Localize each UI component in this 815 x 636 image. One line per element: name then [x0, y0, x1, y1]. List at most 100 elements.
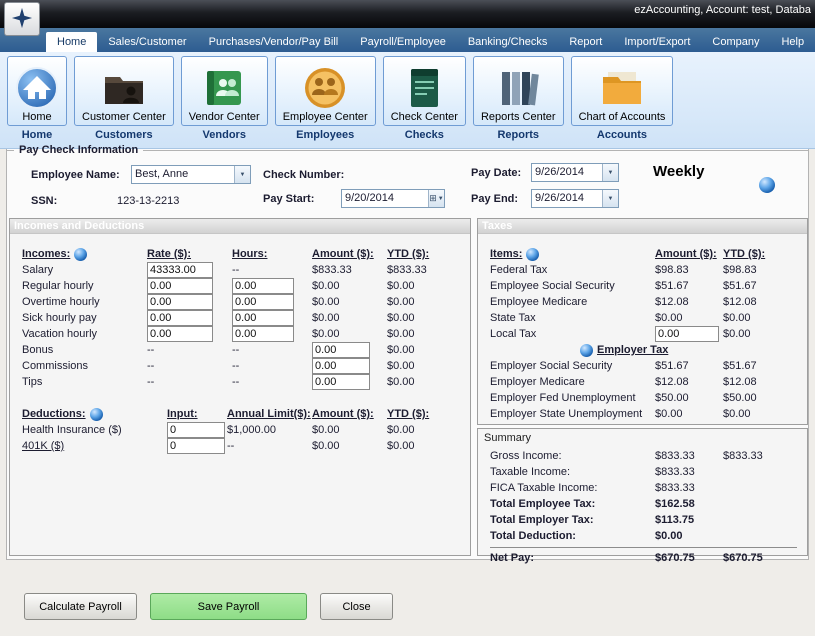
tips-amount-input[interactable]: [312, 374, 370, 390]
calendar-dropdown-icon[interactable]: ⊞▼: [428, 190, 444, 207]
home-button-label: Home: [22, 111, 51, 123]
incomes-deductions-header: Incomes and Deductions: [10, 219, 470, 234]
vendor-center-button[interactable]: Vendor Center: [181, 56, 268, 126]
incomes-help-globe-icon[interactable]: [74, 248, 87, 261]
summary-row-taxable-income: Taxable Income: $833.33: [490, 464, 807, 480]
deduction-ytd-column-header: YTD ($):: [387, 408, 457, 420]
customer-center-button[interactable]: Customer Center: [74, 56, 174, 126]
pay-date-select[interactable]: 9/26/2014 ▼: [531, 163, 619, 182]
tax-row-employer-medicare: Employer Medicare $12.08 $12.08: [490, 374, 807, 390]
regular-hourly-rate-input[interactable]: [147, 278, 213, 294]
chevron-down-icon[interactable]: ▼: [602, 164, 618, 181]
chevron-down-icon[interactable]: ▼: [602, 190, 618, 207]
app-menu-button[interactable]: [4, 2, 40, 36]
taxes-header-row: Items: Amount ($): YTD ($):: [490, 246, 807, 262]
income-row-sick-hourly-pay: Sick hourly pay $0.00 $0.00: [22, 310, 470, 326]
ytd-column-header: YTD ($):: [387, 248, 457, 260]
pay-check-form: Employee Name: Best, Anne ▼ Check Number…: [7, 162, 808, 216]
overtime-hourly-rate-input[interactable]: [147, 294, 213, 310]
calculate-payroll-button[interactable]: Calculate Payroll: [24, 593, 137, 620]
ssn-label: SSN:: [31, 195, 57, 207]
tax-row-employee-medicare: Employee Medicare $12.08 $12.08: [490, 294, 807, 310]
check-center-button[interactable]: Check Center: [383, 56, 466, 126]
chevron-down-icon[interactable]: ▼: [234, 166, 250, 183]
home-button[interactable]: Home: [7, 56, 67, 126]
tab-help[interactable]: Help: [770, 32, 815, 52]
pay-end-label: Pay End:: [471, 193, 518, 205]
pay-check-information-title: Pay Check Information: [14, 144, 143, 156]
tab-purchases-vendor-pay-bill[interactable]: Purchases/Vendor/Pay Bill: [198, 32, 350, 52]
close-button[interactable]: Close: [320, 593, 393, 620]
toolbar-item-reports-center: Reports Center Reports: [473, 56, 564, 141]
chart-of-accounts-icon: [600, 66, 644, 111]
vendor-center-icon: [202, 66, 246, 111]
pay-frequency-label: Weekly: [653, 163, 704, 180]
taxes-help-globe-icon[interactable]: [526, 248, 539, 261]
deduction-header-row: Deductions: Input: Annual Limit($): Amou…: [22, 406, 470, 422]
deductions-help-globe-icon[interactable]: [90, 408, 103, 421]
chart-of-accounts-button[interactable]: Chart of Accounts: [571, 56, 674, 126]
salary-rate-input[interactable]: [147, 262, 213, 278]
hours-column-header: Hours:: [232, 248, 312, 260]
vendors-caption: Vendors: [203, 129, 246, 141]
tab-sales-customer[interactable]: Sales/Customer: [97, 32, 197, 52]
tab-import-export[interactable]: Import/Export: [613, 32, 701, 52]
title-bar: ezAccounting, Account: test, Databa: [0, 0, 815, 28]
sick-hourly-rate-input[interactable]: [147, 310, 213, 326]
summary-row-gross-income: Gross Income: $833.33 $833.33: [490, 448, 807, 464]
regular-hourly-hours-input[interactable]: [232, 278, 294, 294]
income-row-commissions: Commissions -- -- $0.00: [22, 358, 470, 374]
annual-limit-column-header: Annual Limit($):: [227, 408, 312, 420]
toolbar-item-check-center: Check Center Checks: [383, 56, 466, 141]
local-tax-input[interactable]: [655, 326, 719, 342]
summary-row-fica-taxable-income: FICA Taxable Income: $833.33: [490, 480, 807, 496]
window-title: ezAccounting, Account: test, Databa: [634, 4, 811, 16]
employee-center-icon: [303, 66, 347, 111]
deduction-amount-column-header: Amount ($):: [312, 408, 387, 420]
toolbar: Home Home Customer Center Customers Vend…: [0, 52, 815, 149]
employee-center-button[interactable]: Employee Center: [275, 56, 376, 126]
menu-bar: Home Sales/Customer Purchases/Vendor/Pay…: [0, 28, 815, 52]
tax-row-employer-social-security: Employer Social Security $51.67 $51.67: [490, 358, 807, 374]
tab-payroll-employee[interactable]: Payroll/Employee: [349, 32, 457, 52]
employees-caption: Employees: [296, 129, 354, 141]
sick-hourly-hours-input[interactable]: [232, 310, 294, 326]
pay-check-content: Pay Check Information Employee Name: Bes…: [6, 149, 809, 560]
tab-company[interactable]: Company: [701, 32, 770, 52]
pay-start-label: Pay Start:: [263, 193, 314, 205]
summary-panel: Summary Gross Income: $833.33 $833.33 Ta…: [477, 428, 808, 556]
help-globe-icon[interactable]: [759, 177, 775, 193]
chart-of-accounts-label: Chart of Accounts: [579, 111, 666, 123]
overtime-hourly-hours-input[interactable]: [232, 294, 294, 310]
reports-center-button[interactable]: Reports Center: [473, 56, 564, 126]
home-icon: [15, 66, 59, 111]
employer-tax-help-globe-icon[interactable]: [580, 344, 593, 357]
income-row-bonus: Bonus -- -- $0.00: [22, 342, 470, 358]
tab-banking-checks[interactable]: Banking/Checks: [457, 32, 559, 52]
deduction-row-401k: 401K ($) -- $0.00 $0.00: [22, 438, 470, 454]
tab-home[interactable]: Home: [46, 32, 97, 52]
vacation-hourly-rate-input[interactable]: [147, 326, 213, 342]
app-logo-icon: [11, 7, 33, 32]
pay-start-date-picker[interactable]: 9/20/2014 ⊞▼: [341, 189, 445, 208]
commissions-amount-input[interactable]: [312, 358, 370, 374]
tax-row-federal: Federal Tax $98.83 $98.83: [490, 262, 807, 278]
check-center-label: Check Center: [391, 111, 458, 123]
employee-name-select[interactable]: Best, Anne ▼: [131, 165, 251, 184]
tax-row-employer-state-unemployment: Employer State Unemployment $0.00 $0.00: [490, 406, 807, 422]
bonus-amount-input[interactable]: [312, 342, 370, 358]
customers-caption: Customers: [95, 129, 152, 141]
vacation-hourly-hours-input[interactable]: [232, 326, 294, 342]
home-caption: Home: [22, 129, 53, 141]
tab-report[interactable]: Report: [558, 32, 613, 52]
taxes-panel: Taxes Items: Amount ($): YTD ($): Federa…: [477, 218, 808, 425]
taxes-header: Taxes: [478, 219, 807, 234]
reports-center-icon: [496, 66, 540, 111]
401k-input[interactable]: [167, 438, 225, 454]
save-payroll-button[interactable]: Save Payroll: [150, 593, 307, 620]
input-column-header: Input:: [167, 408, 227, 420]
amount-column-header: Amount ($):: [312, 248, 387, 260]
pay-end-select[interactable]: 9/26/2014 ▼: [531, 189, 619, 208]
health-insurance-input[interactable]: [167, 422, 225, 438]
income-row-salary: Salary -- $833.33 $833.33: [22, 262, 470, 278]
